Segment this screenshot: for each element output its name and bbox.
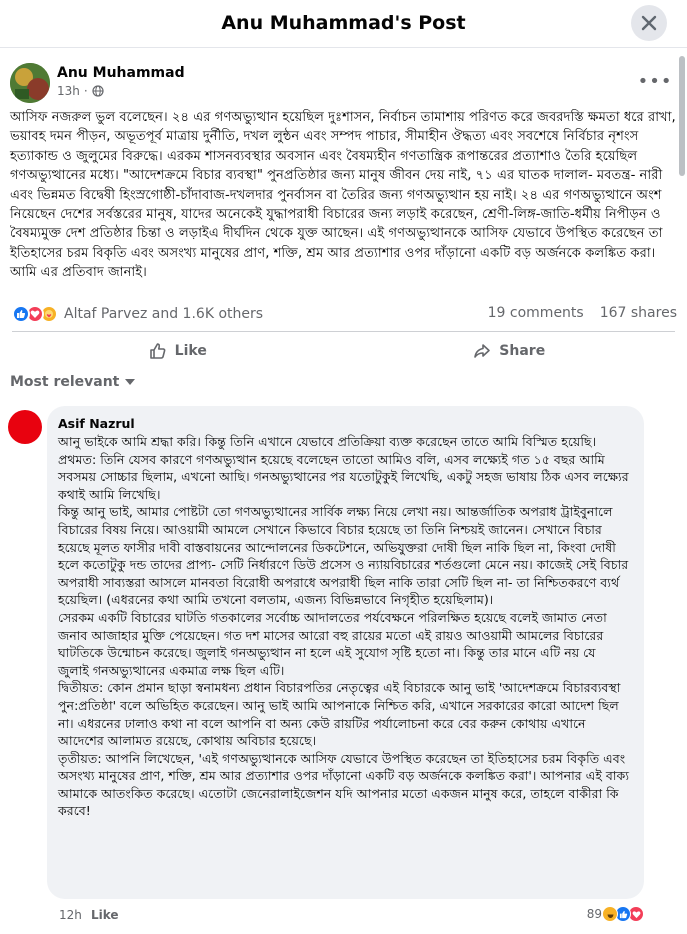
post-header: Anu Muhammad 13h · •••	[10, 63, 673, 107]
reaction-summary[interactable]: Altaf Parvez and 1.6K others	[12, 305, 263, 323]
comment-like-button[interactable]: Like	[91, 908, 119, 922]
comment-timestamp[interactable]: 12h	[59, 908, 82, 922]
post-paragraph: আসিফ নজরুল ভুল বলেছেন। ২৪ এর গণঅভ্যুত্থা…	[10, 110, 676, 281]
comment-count-link[interactable]: 19 comments	[488, 305, 584, 321]
comment-sort-dropdown[interactable]: Most relevant	[10, 374, 136, 390]
commenter-name[interactable]: Asif Nazrul	[58, 416, 630, 431]
comment-reactions[interactable]: 89	[587, 906, 644, 922]
post-author-name[interactable]: Anu Muhammad	[57, 65, 185, 81]
more-horizontal-icon: •••	[637, 70, 673, 92]
like-button[interactable]: Like	[12, 334, 344, 368]
close-icon	[641, 15, 657, 31]
like-button-label: Like	[174, 343, 207, 359]
comment-paragraph: প্রথমত: তিনি যেসব কারণে গণঅভ্যুত্থান হয়…	[58, 451, 629, 502]
dialog-header: Anu Muhammad's Post	[0, 0, 687, 48]
post-actions: Like Share	[12, 334, 675, 368]
comment-paragraph: কিন্তু আনু ভাই, আমার পোষ্টটা তো গণঅভ্যুত…	[58, 504, 629, 608]
comment-paragraph: তৃতীয়ত: আপনি লিখেছেন, 'এই গণঅভ্যুত্থানক…	[58, 750, 629, 819]
reaction-names[interactable]: Altaf Parvez and 1.6K others	[64, 306, 263, 322]
post-meta: 13h ·	[57, 84, 104, 98]
sort-label: Most relevant	[10, 374, 120, 390]
comment-paragraph: আনু ভাইকে আমি শ্রদ্ধা করি। কিন্তু তিনি এ…	[58, 434, 597, 449]
comment-footer: 12h Like 89	[59, 906, 644, 924]
dialog-title: Anu Muhammad's Post	[221, 12, 466, 34]
haha-reaction-icon	[602, 906, 618, 922]
post-timestamp[interactable]: 13h	[57, 84, 80, 98]
share-count-link[interactable]: 167 shares	[600, 305, 677, 321]
globe-icon	[92, 85, 104, 97]
comment-paragraph: সেরকম একটি বিচারের ঘাটতি গতকালের সর্বোচ্…	[58, 609, 607, 678]
avatar[interactable]	[10, 63, 50, 103]
post-stats: Altaf Parvez and 1.6K others 19 comments…	[12, 303, 677, 325]
commenter-avatar[interactable]	[8, 410, 42, 444]
comment-paragraph: দ্বিতীয়ত: কোন প্রমান ছাড়া স্বনামধন্য প…	[58, 680, 621, 749]
close-button[interactable]	[631, 5, 667, 41]
comment-reaction-count: 89	[586, 907, 602, 921]
more-options-button[interactable]: •••	[637, 69, 673, 93]
caret-down-icon	[125, 378, 136, 385]
share-button-label: Share	[499, 343, 546, 359]
share-button[interactable]: Share	[344, 334, 676, 368]
post-text: আসিফ নজরুল ভুল বলেছেন। ২৪ এর গণঅভ্যুত্থা…	[10, 108, 676, 283]
share-icon	[474, 344, 491, 358]
thumbs-up-icon	[149, 343, 166, 359]
divider	[12, 331, 675, 332]
scrollbar[interactable]	[679, 56, 685, 176]
comment-bubble: Asif Nazrul আনু ভাইকে আমি শ্রদ্ধা করি। ক…	[47, 406, 644, 899]
like-reaction-icon	[12, 305, 30, 323]
